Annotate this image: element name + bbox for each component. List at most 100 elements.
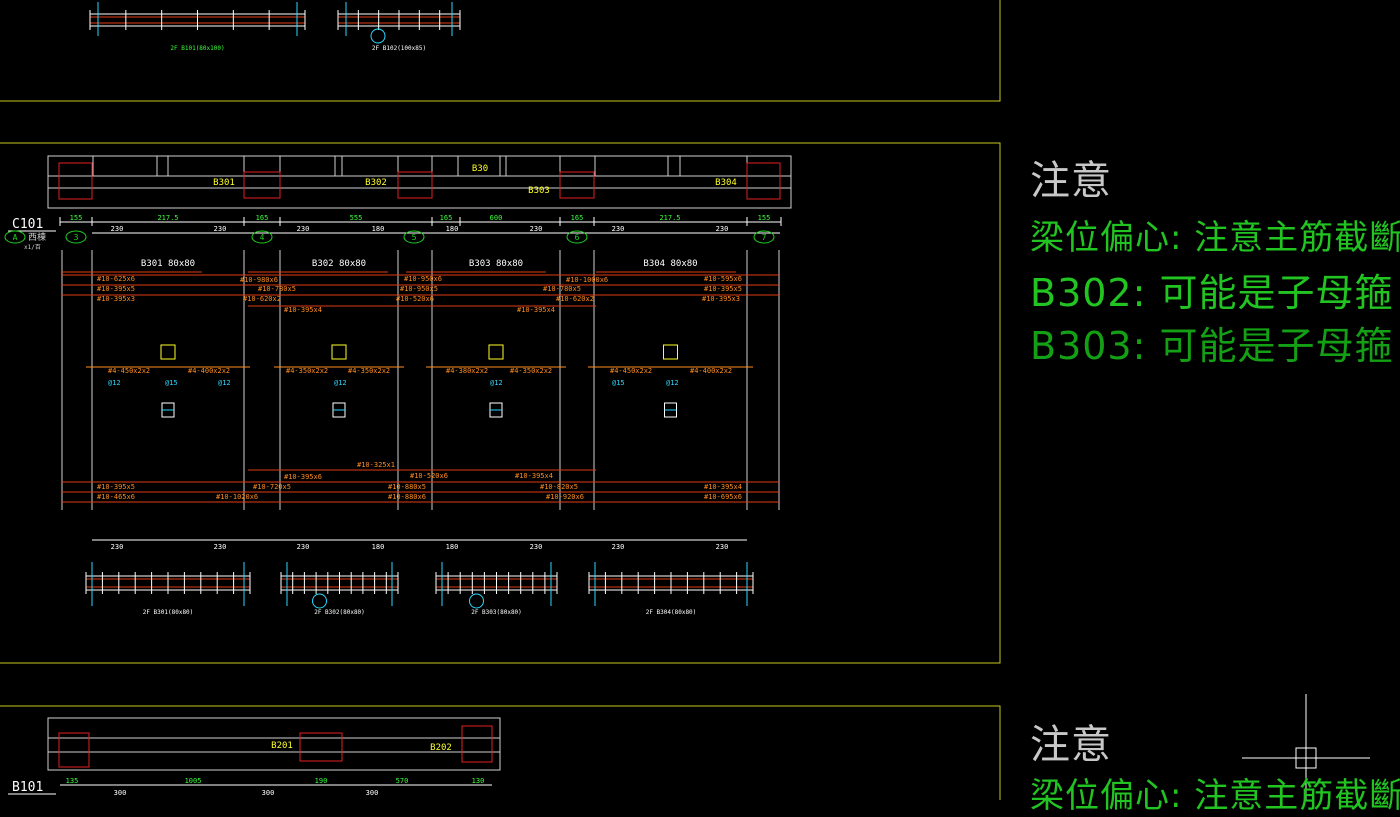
bottom-rebar-label: #10-880x6 bbox=[388, 493, 426, 501]
section-mark-icon bbox=[160, 344, 176, 360]
top-rebar-label: #10-1000x6 bbox=[566, 276, 608, 284]
detail-section-circle bbox=[469, 593, 484, 609]
beam-title-2: B302 80x80 bbox=[312, 259, 366, 269]
dimension-value: 217.5 bbox=[659, 214, 680, 222]
bottom-plan-column bbox=[299, 732, 343, 762]
section-mark-icon bbox=[663, 344, 678, 360]
bottom-dimension-value: 230 bbox=[111, 543, 124, 551]
plan-column bbox=[746, 162, 781, 200]
top-rebar-label: #10-395x3 bbox=[702, 295, 740, 303]
stirrup-label: @12 bbox=[108, 379, 121, 387]
plan-beam-label-b30: B30 bbox=[472, 164, 488, 174]
beam-title-3: B303 80x80 bbox=[469, 259, 523, 269]
bottom-dimension-value: 180 bbox=[446, 543, 459, 551]
plan-column bbox=[58, 162, 93, 200]
sub-dimension-value: 230 bbox=[214, 225, 227, 233]
dimension-value: 165 bbox=[440, 214, 453, 222]
sub-dimension-value: 300 bbox=[262, 789, 275, 797]
plan-beam-label-b301: B301 bbox=[213, 178, 235, 188]
bottom-dimension-value: 180 bbox=[372, 543, 385, 551]
drawing-frames-layer bbox=[0, 0, 1001, 800]
sub-dimension-value: 180 bbox=[446, 225, 459, 233]
grid-bubble-3-label: 3 bbox=[74, 233, 79, 242]
sub-dimension-value: 230 bbox=[297, 225, 310, 233]
beam-title-4: B304 80x80 bbox=[643, 259, 697, 269]
grid-bubble-5-label: 5 bbox=[412, 233, 417, 242]
sub-dimension-value: 300 bbox=[366, 789, 379, 797]
section-mark-icon bbox=[331, 344, 347, 360]
plan-beam-label-b302: B302 bbox=[365, 178, 387, 188]
grid-bubble-4-label: 4 bbox=[260, 233, 265, 242]
bottom-dimension-value: 230 bbox=[612, 543, 625, 551]
section-sub-label: 西棟 bbox=[28, 231, 46, 243]
top-rebar-label: #10-595x6 bbox=[704, 275, 742, 283]
bottom-dimension-value: 230 bbox=[530, 543, 543, 551]
top-rebar-label: #10-980x6 bbox=[240, 276, 278, 284]
top-rebar-label: #10-620x2 bbox=[243, 295, 281, 303]
bottom-dimension-value: 230 bbox=[716, 543, 729, 551]
bottom-rebar-label: #10-395x4 bbox=[515, 472, 553, 480]
detail-title: 2F B302(80x80) bbox=[314, 609, 365, 616]
dimension-value: 190 bbox=[315, 777, 328, 785]
dimension-value: 555 bbox=[350, 214, 363, 222]
top-rebar-label: #10-620x2 bbox=[556, 295, 594, 303]
middle-sheet-layer: B301 B302 B30 B303 B304 C101A 西棟x1/百 155 217.5 16… bbox=[4, 155, 792, 616]
section-mark-c101: C101 bbox=[12, 217, 43, 232]
sub-dimension-value: 230 bbox=[111, 225, 124, 233]
detail-title: 2F B303(80x80) bbox=[471, 609, 522, 616]
beam-title-1: B301 80x80 bbox=[141, 259, 195, 269]
dimension-value: 600 bbox=[490, 214, 503, 222]
top-sheet-layer: 2F B101(80x100) 2F B102(100x85) bbox=[89, 2, 461, 52]
note-title-2: 注意 bbox=[1030, 722, 1112, 768]
top-rebar-label: #10-780x5 bbox=[543, 285, 581, 293]
note-eccentric-beam-1: 梁位偏心: 注意主筋截斷 bbox=[1030, 218, 1400, 258]
bottom-rebar-label: #10-880x5 bbox=[388, 483, 426, 491]
b102-detail-section-circle bbox=[370, 28, 386, 44]
plan-beam-label-b303: B303 bbox=[528, 186, 550, 196]
top-rebar-label: #10-625x6 bbox=[97, 275, 135, 283]
dimension-value: 130 bbox=[472, 777, 485, 785]
bottom-rebar-label: #10-720x5 bbox=[253, 483, 291, 491]
stirrup-label: @15 bbox=[165, 379, 178, 387]
web-rebar-label: #4-450x2x2 bbox=[610, 367, 652, 375]
dimension-value: 155 bbox=[70, 214, 83, 222]
section-mark-b101: B101 bbox=[12, 780, 43, 795]
bottom-sheet-layer: B201 B202 B101 135 1005 190 570 130 300 300 300 bbox=[8, 717, 501, 797]
stirrup-label: @12 bbox=[334, 379, 347, 387]
bottom-rebar-label: #10-695x6 bbox=[704, 493, 742, 501]
note-title-1: 注意 bbox=[1030, 158, 1112, 204]
top-rebar-label: #10-950x6 bbox=[404, 275, 442, 283]
b102-detail-title: 2F B102(100x85) bbox=[372, 45, 426, 52]
web-rebar-label: #4-450x2x2 bbox=[108, 367, 150, 375]
top-rebar-label: #10-395x5 bbox=[97, 285, 135, 293]
detail-section-circle bbox=[312, 593, 327, 609]
bottom-rebar-label: #10-325x1 bbox=[357, 461, 395, 469]
cad-drawing-canvas[interactable]: 2F B101(80x100) 2F B102(100x85) B301 B302 B… bbox=[0, 0, 1400, 800]
top-rebar-label: #10-520x6 bbox=[396, 295, 434, 303]
bottom-rebar-label: #10-395x4 bbox=[704, 483, 742, 491]
bottom-rebar-label: #10-465x6 bbox=[97, 493, 135, 501]
dimension-value: 570 bbox=[396, 777, 409, 785]
grid-bubble-6-label: 6 bbox=[575, 233, 580, 242]
bottom-dimension-value: 230 bbox=[214, 543, 227, 551]
web-rebar-label: #4-350x2x2 bbox=[510, 367, 552, 375]
bottom-rebar-label: #10-820x5 bbox=[540, 483, 578, 491]
bottom-dimension-value: 230 bbox=[297, 543, 310, 551]
section-scale-label: x1/百 bbox=[24, 244, 41, 251]
plan-beam-label-b201: B201 bbox=[271, 741, 293, 751]
note-b303-stirrup: B303: 可能是子母箍 bbox=[1030, 324, 1394, 368]
detail-title: 2F B304(80x80) bbox=[646, 609, 697, 616]
sub-dimension-value: 180 bbox=[372, 225, 385, 233]
note-b302-stirrup: B302: 可能是子母箍 bbox=[1030, 271, 1394, 315]
top-rebar-label: #10-950x5 bbox=[400, 285, 438, 293]
dimension-value: 1005 bbox=[185, 777, 202, 785]
bottom-rebar-label: #10-395x5 bbox=[97, 483, 135, 491]
dimension-value: 165 bbox=[256, 214, 269, 222]
bottom-rebar-label: #10-395x6 bbox=[284, 473, 322, 481]
dimension-value: 217.5 bbox=[157, 214, 178, 222]
top-rebar-label: #10-395x4 bbox=[517, 306, 555, 314]
detail-title: 2F B301(80x80) bbox=[143, 609, 194, 616]
plan-beam-label-b304: B304 bbox=[715, 178, 737, 188]
web-rebar-label: #4-400x2x2 bbox=[188, 367, 230, 375]
bottom-rebar-label: #10-1020x6 bbox=[216, 493, 258, 501]
